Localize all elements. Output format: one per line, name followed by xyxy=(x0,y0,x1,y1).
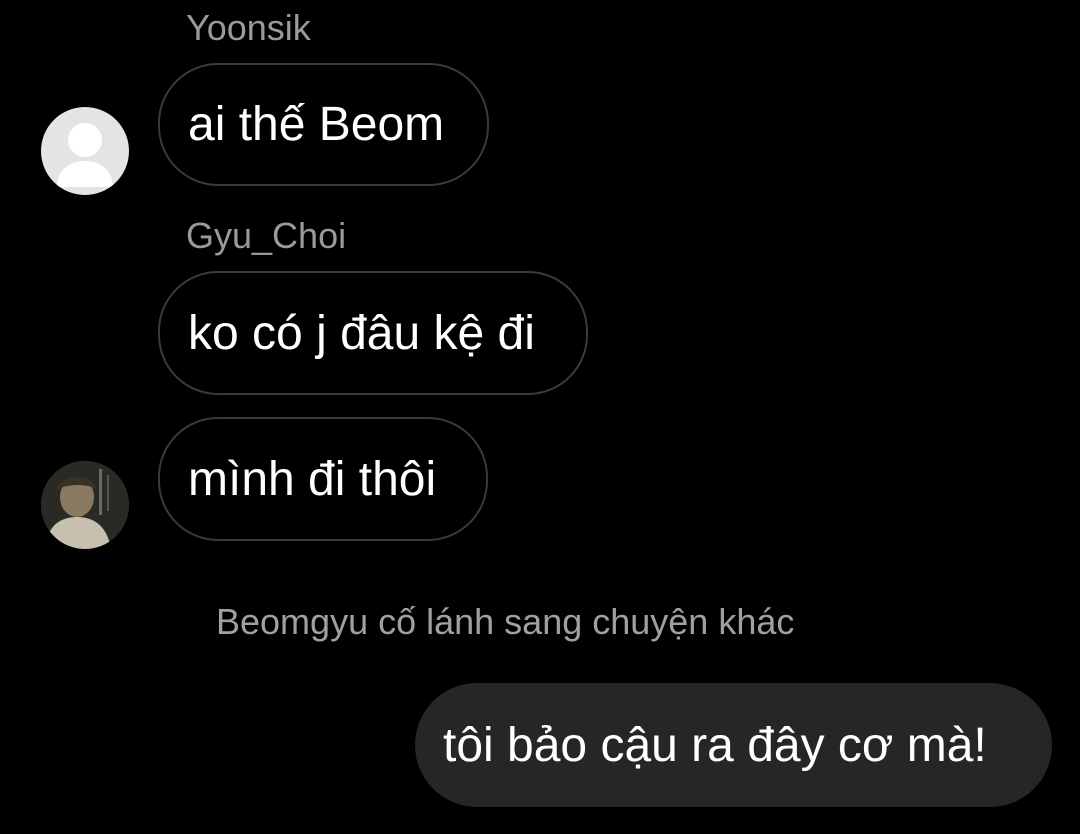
message-bubble[interactable]: mình đi thôi xyxy=(158,417,488,541)
person-silhouette-icon xyxy=(57,123,113,187)
system-note: Beomgyu cố lánh sang chuyện khác xyxy=(216,601,795,642)
sender-name-gyu-choi: Gyu_Choi xyxy=(186,215,347,256)
default-avatar-icon[interactable] xyxy=(41,107,129,195)
profile-photo-image xyxy=(41,461,129,549)
message-bubble[interactable]: ko có j đâu kệ đi xyxy=(158,271,588,395)
outgoing-message-bubble[interactable]: tôi bảo cậu ra đây cơ mà! xyxy=(415,683,1052,807)
message-text: ko có j đâu kệ đi xyxy=(188,306,535,360)
message-text: tôi bảo cậu ra đây cơ mà! xyxy=(443,718,987,772)
message-text: ai thế Beom xyxy=(188,98,445,151)
sender-name-yoonsik: Yoonsik xyxy=(186,7,311,48)
message-text: mình đi thôi xyxy=(188,452,437,506)
message-bubble[interactable]: ai thế Beom xyxy=(158,63,489,186)
profile-photo-avatar[interactable] xyxy=(41,461,129,549)
